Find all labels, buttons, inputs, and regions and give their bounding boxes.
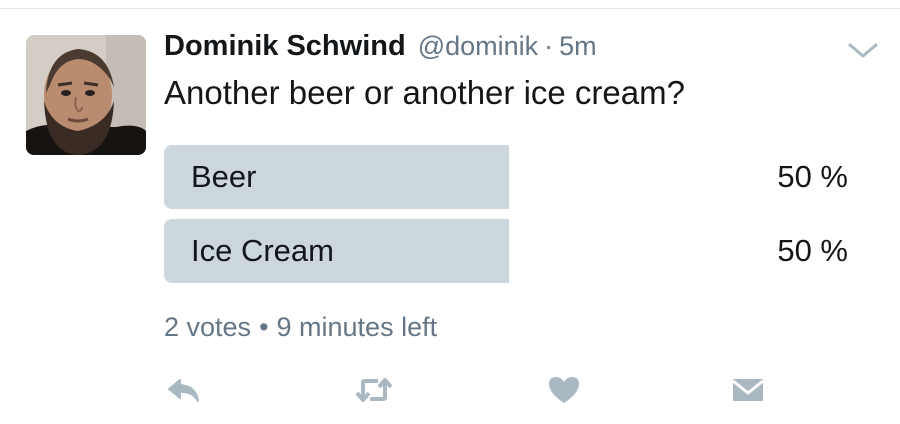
tweet-header: Dominik Schwind @dominik · 5m xyxy=(164,30,597,70)
poll-option-beer: Beer 50 % xyxy=(164,145,854,209)
avatar[interactable] xyxy=(26,35,146,155)
author-handle[interactable]: @dominik xyxy=(418,31,538,62)
poll-meta: 2 votes • 9 minutes left xyxy=(164,312,437,343)
poll-option-ice-cream: Ice Cream 50 % xyxy=(164,219,854,283)
author-name[interactable]: Dominik Schwind xyxy=(164,30,406,63)
tweet-text: Another beer or another ice cream? xyxy=(164,74,685,111)
chevron-down-icon[interactable] xyxy=(846,38,880,62)
reply-icon[interactable] xyxy=(164,372,204,408)
poll-time-left: 9 minutes left xyxy=(276,312,438,342)
header-separator: · xyxy=(544,31,554,61)
envelope-icon[interactable] xyxy=(728,372,768,408)
poll-meta-dot: • xyxy=(259,312,269,342)
top-divider xyxy=(0,8,900,9)
poll-option-percent: 50 % xyxy=(777,233,848,268)
poll-option-percent: 50 % xyxy=(777,159,848,194)
poll-option-label: Beer xyxy=(191,159,257,194)
retweet-icon[interactable] xyxy=(354,372,394,408)
poll-vote-count: 2 votes xyxy=(164,312,252,342)
heart-icon[interactable] xyxy=(544,372,584,408)
poll-option-label: Ice Cream xyxy=(191,233,334,268)
tweet-timestamp[interactable]: 5m xyxy=(559,31,597,62)
